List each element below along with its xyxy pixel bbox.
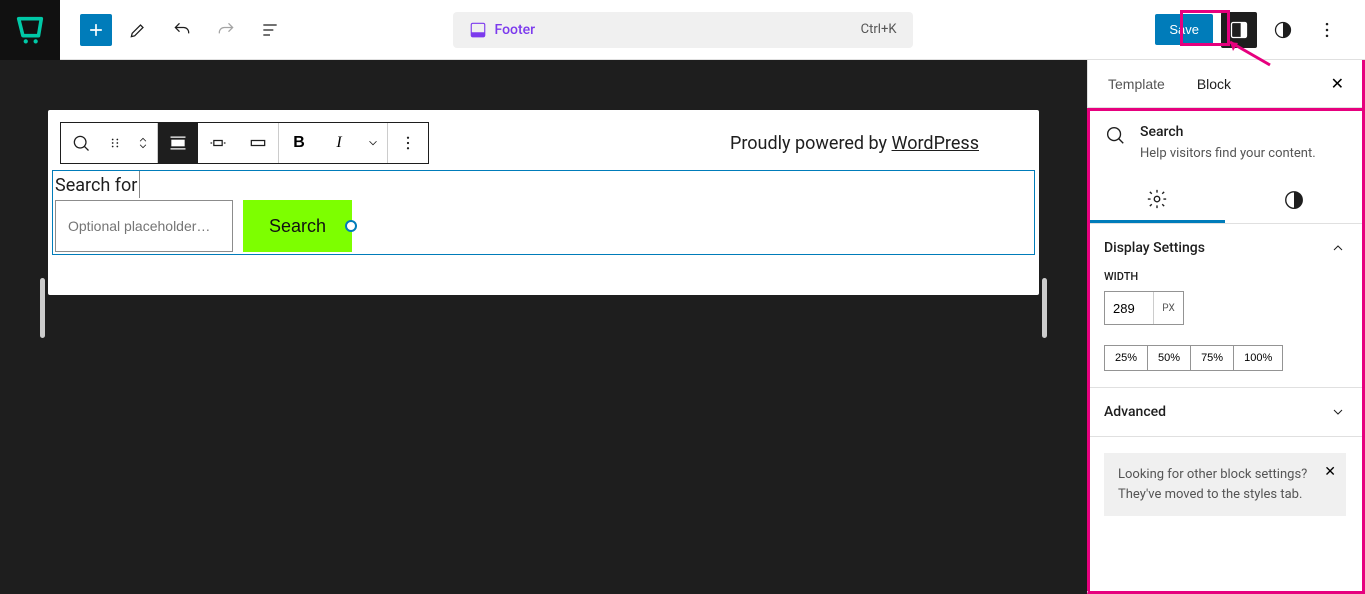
sub-tab-styles[interactable] [1225,177,1362,223]
panel-display-settings: Display Settings Width PX 25% 50% 75% 10… [1088,224,1362,388]
percent-50[interactable]: 50% [1147,345,1191,371]
width-resize-handle[interactable] [345,220,357,232]
tab-block[interactable]: Block [1181,62,1247,106]
search-block[interactable]: Search for Search [52,170,1035,255]
italic-button[interactable]: I [319,123,359,163]
canvas[interactable]: B I Proudly powered by WordPress Search … [48,110,1039,295]
percent-25[interactable]: 25% [1104,345,1148,371]
sidebar: Template Block ✕ Search Help visitors fi… [1087,60,1365,594]
footer-icon [469,21,487,39]
styles-moved-notice: Looking for other block settings? They'v… [1104,453,1346,516]
undo-button[interactable] [164,12,200,48]
bold-button[interactable]: B [279,123,319,163]
styles-button[interactable] [1265,12,1301,48]
sub-tabs [1088,177,1362,224]
block-desc: Help visitors find your content. [1140,146,1316,161]
save-button[interactable]: Save [1155,14,1213,45]
width-input-group: PX [1104,291,1184,325]
resize-handle-left[interactable] [40,278,45,338]
settings-panel-toggle[interactable] [1221,12,1257,48]
search-label-input[interactable]: Search for [53,171,140,198]
align-wide[interactable] [198,123,238,163]
block-toolbar: B I [60,122,429,164]
align-full[interactable] [238,123,278,163]
block-title: Search [1140,124,1316,140]
align-none[interactable] [158,123,198,163]
sidebar-close-button[interactable]: ✕ [1317,64,1358,104]
tab-template[interactable]: Template [1092,62,1181,106]
document-selector[interactable]: Footer Ctrl+K [453,12,913,48]
more-format[interactable] [359,123,387,163]
more-options-button[interactable] [1309,12,1345,48]
block-info: Search Help visitors find your content. [1088,108,1362,177]
app-logo[interactable] [0,0,60,60]
drag-handle[interactable] [101,123,129,163]
search-icon [1104,124,1126,146]
percent-presets: 25% 50% 75% 100% [1104,345,1346,371]
edit-tool-button[interactable] [120,12,156,48]
percent-100[interactable]: 100% [1233,345,1283,371]
chevron-down-icon [1330,404,1346,420]
width-value-input[interactable] [1105,292,1153,324]
toolbar-right: Save [1155,12,1365,48]
wordpress-link[interactable]: WordPress [892,133,979,154]
add-block-button[interactable] [80,14,112,46]
block-type-icon[interactable] [61,123,101,163]
gear-icon [1146,188,1168,210]
notice-close-button[interactable]: ✕ [1324,463,1336,480]
list-view-button[interactable] [252,12,288,48]
panel-toggle-display[interactable]: Display Settings [1104,240,1346,256]
percent-75[interactable]: 75% [1190,345,1234,371]
search-placeholder-input[interactable] [55,200,233,252]
shortcut-hint: Ctrl+K [861,22,897,37]
sub-tab-settings[interactable] [1088,177,1225,223]
panel-toggle-advanced[interactable]: Advanced [1104,404,1346,420]
canvas-area[interactable]: B I Proudly powered by WordPress Search … [0,60,1087,594]
move-updown[interactable] [129,123,157,163]
chevron-up-icon [1330,240,1346,256]
width-unit[interactable]: PX [1153,292,1183,324]
workspace: B I Proudly powered by WordPress Search … [0,60,1365,594]
contrast-icon [1283,189,1305,211]
resize-handle-right[interactable] [1042,278,1047,338]
document-name: Footer [495,22,536,38]
block-more-options[interactable] [388,123,428,163]
sidebar-tabs: Template Block ✕ [1088,60,1362,108]
width-label: Width [1104,270,1346,283]
powered-by-text: Proudly powered by WordPress [730,133,1019,154]
top-bar: Footer Ctrl+K Save [0,0,1365,60]
redo-button[interactable] [208,12,244,48]
search-submit-button[interactable]: Search [243,200,352,252]
panel-advanced: Advanced [1088,388,1362,437]
toolbar-left [60,12,288,48]
